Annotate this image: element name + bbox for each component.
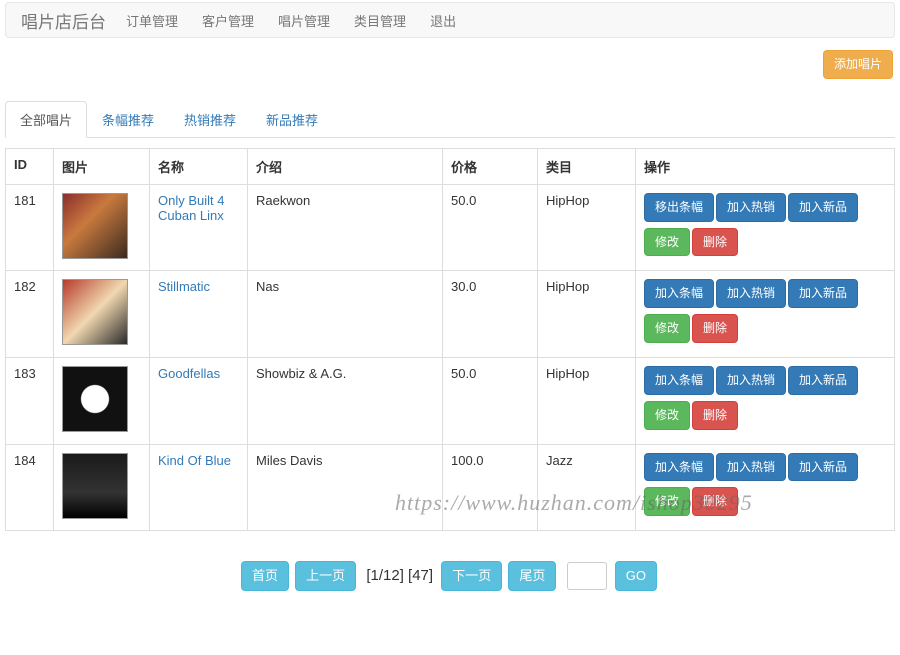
cell-name: Stillmatic — [150, 271, 248, 358]
cell-intro: Showbiz & A.G. — [248, 357, 443, 444]
banner-op-button[interactable]: 加入条幅 — [644, 279, 714, 308]
th-ops: 操作 — [636, 148, 895, 184]
table-header-row: ID 图片 名称 介绍 价格 类目 操作 — [6, 148, 895, 184]
table-row: 184Kind Of BlueMiles Davis100.0Jazz加入条幅加… — [6, 444, 895, 531]
cell-img — [54, 357, 150, 444]
pagination: 首页 上一页 [1/12] [47] 下一页 尾页 GO — [5, 561, 895, 597]
cell-price: 30.0 — [443, 271, 538, 358]
cell-id: 182 — [6, 271, 54, 358]
table-row: 181 Only Built 4 Cuban Linx Raekwon50.0Hip… — [6, 184, 895, 271]
page-last-button[interactable]: 尾页 — [508, 561, 556, 591]
cell-id: 183 — [6, 357, 54, 444]
tab-new[interactable]: 新品推荐 — [251, 101, 333, 138]
cell-intro: Raekwon — [248, 184, 443, 271]
record-thumbnail[interactable] — [62, 279, 128, 345]
edit-button[interactable]: 修改 — [644, 314, 690, 343]
cell-name: Kind Of Blue — [150, 444, 248, 531]
cell-ops: 加入条幅加入热销加入新品修改删除 — [636, 444, 895, 531]
cell-cat: Jazz — [538, 444, 636, 531]
record-name-link[interactable]: Kind Of Blue — [158, 453, 231, 468]
add-new-button[interactable]: 加入新品 — [788, 279, 858, 308]
th-img: 图片 — [54, 148, 150, 184]
cell-price: 50.0 — [443, 184, 538, 271]
cell-img — [54, 444, 150, 531]
th-name: 名称 — [150, 148, 248, 184]
page-next-button[interactable]: 下一页 — [441, 561, 502, 591]
add-new-button[interactable]: 加入新品 — [788, 193, 858, 222]
cell-price: 100.0 — [443, 444, 538, 531]
add-new-button[interactable]: 加入新品 — [788, 366, 858, 395]
banner-op-button[interactable]: 移出条幅 — [644, 193, 714, 222]
cell-img — [54, 184, 150, 271]
th-id: ID — [6, 148, 54, 184]
page-first-button[interactable]: 首页 — [241, 561, 289, 591]
tabs: 全部唱片 条幅推荐 热销推荐 新品推荐 — [5, 101, 895, 138]
nav-link-records[interactable]: 唱片管理 — [278, 11, 330, 30]
page-prev-button[interactable]: 上一页 — [295, 561, 356, 591]
tab-banner[interactable]: 条幅推荐 — [87, 101, 169, 138]
th-price: 价格 — [443, 148, 538, 184]
cell-intro: Miles Davis — [248, 444, 443, 531]
add-new-button[interactable]: 加入新品 — [788, 453, 858, 482]
cell-price: 50.0 — [443, 357, 538, 444]
cell-id: 184 — [6, 444, 54, 531]
record-thumbnail[interactable] — [62, 193, 128, 259]
tab-hot[interactable]: 热销推荐 — [169, 101, 251, 138]
cell-intro: Nas — [248, 271, 443, 358]
th-cat: 类目 — [538, 148, 636, 184]
add-record-button[interactable]: 添加唱片 — [823, 50, 893, 79]
th-intro: 介绍 — [248, 148, 443, 184]
banner-op-button[interactable]: 加入条幅 — [644, 453, 714, 482]
edit-button[interactable]: 修改 — [644, 487, 690, 516]
table-row: 182StillmaticNas30.0HipHop加入条幅加入热销加入新品修改… — [6, 271, 895, 358]
cell-ops: 加入条幅加入热销加入新品修改删除 — [636, 271, 895, 358]
cell-cat: HipHop — [538, 271, 636, 358]
add-hot-button[interactable]: 加入热销 — [716, 193, 786, 222]
cell-id: 181 — [6, 184, 54, 271]
cell-img — [54, 271, 150, 358]
records-table: ID 图片 名称 介绍 价格 类目 操作 181 Only Built 4 Cub… — [5, 148, 895, 531]
cell-name: Goodfellas — [150, 357, 248, 444]
edit-button[interactable]: 修改 — [644, 228, 690, 257]
record-name-link[interactable]: Goodfellas — [158, 366, 220, 381]
cell-name: Only Built 4 Cuban Linx — [150, 184, 248, 271]
cell-ops: 加入条幅加入热销加入新品修改删除 — [636, 357, 895, 444]
topbar: 添加唱片 — [5, 38, 895, 93]
nav-link-logout[interactable]: 退出 — [430, 11, 456, 30]
delete-button[interactable]: 删除 — [692, 314, 738, 343]
nav-link-categories[interactable]: 类目管理 — [354, 11, 406, 30]
page-info: [1/12] [47] — [366, 567, 433, 584]
record-thumbnail[interactable] — [62, 453, 128, 519]
record-name-link[interactable]: Stillmatic — [158, 279, 210, 294]
delete-button[interactable]: 删除 — [692, 228, 738, 257]
add-hot-button[interactable]: 加入热销 — [716, 366, 786, 395]
cell-cat: HipHop — [538, 357, 636, 444]
navbar: 唱片店后台 订单管理 客户管理 唱片管理 类目管理 退出 — [5, 2, 895, 38]
table-row: 183GoodfellasShowbiz & A.G.50.0HipHop加入条… — [6, 357, 895, 444]
tab-all[interactable]: 全部唱片 — [5, 101, 87, 138]
delete-button[interactable]: 删除 — [692, 487, 738, 516]
page-number-input[interactable] — [567, 562, 607, 590]
page-go-button[interactable]: GO — [615, 561, 657, 591]
cell-ops: 移出条幅加入热销加入新品修改删除 — [636, 184, 895, 271]
nav-link-customers[interactable]: 客户管理 — [202, 11, 254, 30]
nav-link-orders[interactable]: 订单管理 — [126, 11, 178, 30]
add-hot-button[interactable]: 加入热销 — [716, 453, 786, 482]
add-hot-button[interactable]: 加入热销 — [716, 279, 786, 308]
navbar-brand[interactable]: 唱片店后台 — [21, 8, 106, 33]
cell-cat: HipHop — [538, 184, 636, 271]
banner-op-button[interactable]: 加入条幅 — [644, 366, 714, 395]
record-thumbnail[interactable] — [62, 366, 128, 432]
delete-button[interactable]: 删除 — [692, 401, 738, 430]
record-name-link[interactable]: Only Built 4 Cuban Linx — [158, 193, 224, 223]
edit-button[interactable]: 修改 — [644, 401, 690, 430]
